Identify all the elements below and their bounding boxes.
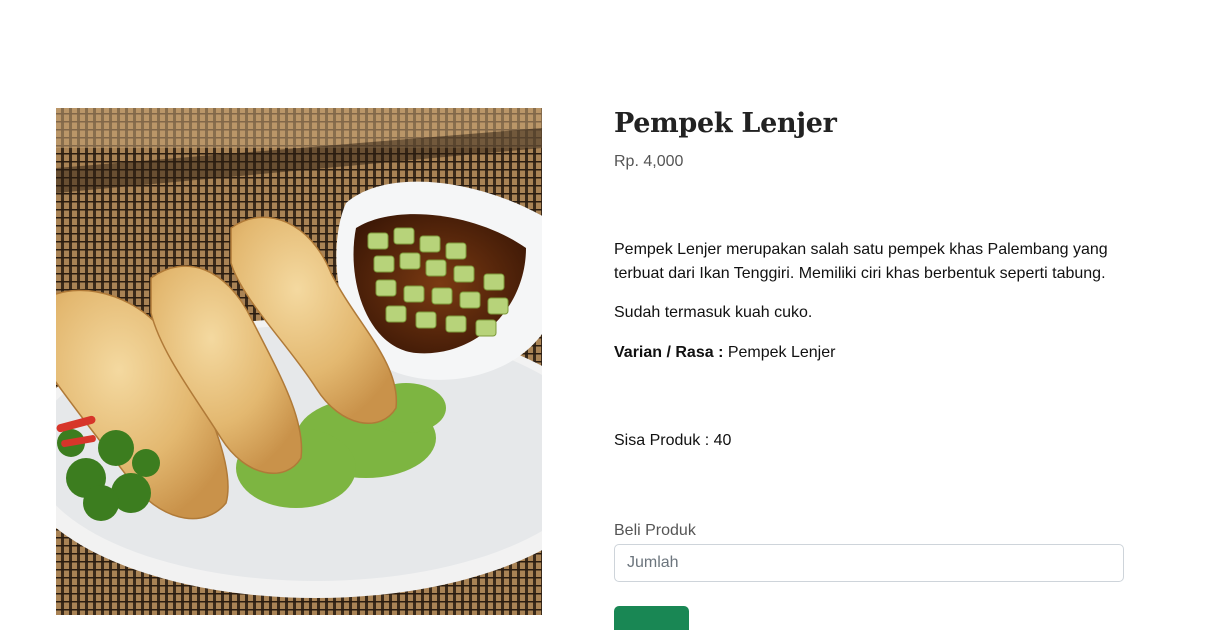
buy-label: Beli Produk [614, 522, 696, 539]
variant-value: Pempek Lenjer [727, 344, 836, 361]
product-price: Rp. 4,000 [614, 153, 684, 170]
product-description: Pempek Lenjer merupakan salah satu pempe… [614, 241, 1108, 282]
variant-label: Varian / Rasa : [614, 344, 724, 361]
quantity-input[interactable] [614, 544, 1124, 582]
product-variant: Varian / Rasa : Pempek Lenjer [614, 344, 835, 362]
product-title: Pempek Lenjer [614, 108, 837, 139]
product-image [56, 108, 542, 615]
product-note: Sudah termasuk kuah cuko. [614, 304, 813, 321]
stock-count: Sisa Produk : 40 [614, 432, 732, 449]
buy-button[interactable] [614, 606, 689, 630]
